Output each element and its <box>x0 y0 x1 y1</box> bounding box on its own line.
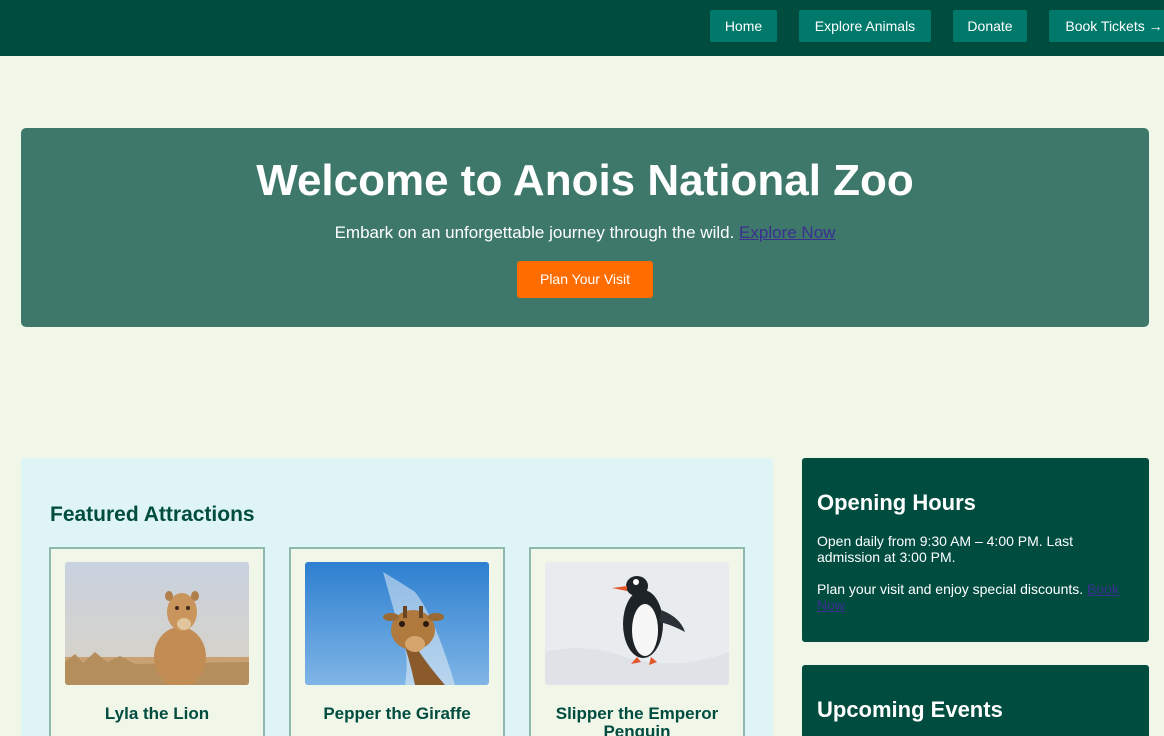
hero-title: Welcome to Anois National Zoo <box>256 156 914 205</box>
opening-hours-heading: Opening Hours <box>817 490 976 515</box>
nav-explore-animals-button[interactable]: Explore Animals <box>799 10 931 42</box>
attraction-card-lion[interactable]: Lyla the Lion <box>49 547 265 736</box>
featured-heading: Featured Attractions <box>50 503 255 526</box>
attraction-title: Pepper the Giraffe <box>323 704 471 723</box>
nav-book-tickets-button[interactable]: Book Tickets → <box>1049 10 1164 42</box>
opening-hours-panel: Opening Hours Open daily from 9:30 AM – … <box>802 458 1149 642</box>
upcoming-events-panel: Upcoming Events <box>802 665 1149 736</box>
plan-visit-text: Plan your visit and enjoy special discou… <box>817 581 1137 613</box>
opening-hours-text: Open daily from 9:30 AM – 4:00 PM. Last … <box>817 533 1074 565</box>
giraffe-photo <box>305 562 489 685</box>
hero-subtitle-text: Embark on an unforgettable journey throu… <box>334 223 735 242</box>
attraction-title: Slipper the Emperor Penguin <box>555 704 719 736</box>
upcoming-events-heading: Upcoming Events <box>817 697 1003 722</box>
explore-now-link[interactable]: Explore Now <box>739 223 835 242</box>
penguin-photo <box>545 562 729 685</box>
plan-your-visit-button[interactable]: Plan Your Visit <box>517 261 653 298</box>
nav-donate-button[interactable]: Donate <box>953 10 1027 42</box>
plan-visit-label: Plan your visit and enjoy special discou… <box>817 581 1084 597</box>
hero-subtitle: Embark on an unforgettable journey throu… <box>21 223 1149 243</box>
hero-banner: Welcome to Anois National Zoo Embark on … <box>21 128 1149 327</box>
featured-attractions-panel: Featured Attractions Lyla the Lion Peppe… <box>21 458 773 736</box>
attraction-card-penguin[interactable]: Slipper the Emperor Penguin <box>529 547 745 736</box>
nav-home-button[interactable]: Home <box>710 10 777 42</box>
lion-photo <box>65 562 249 685</box>
top-nav-bar: Home Explore Animals Donate Book Tickets… <box>0 0 1164 56</box>
attraction-card-giraffe[interactable]: Pepper the Giraffe <box>289 547 505 736</box>
attraction-title: Lyla the Lion <box>104 704 210 723</box>
